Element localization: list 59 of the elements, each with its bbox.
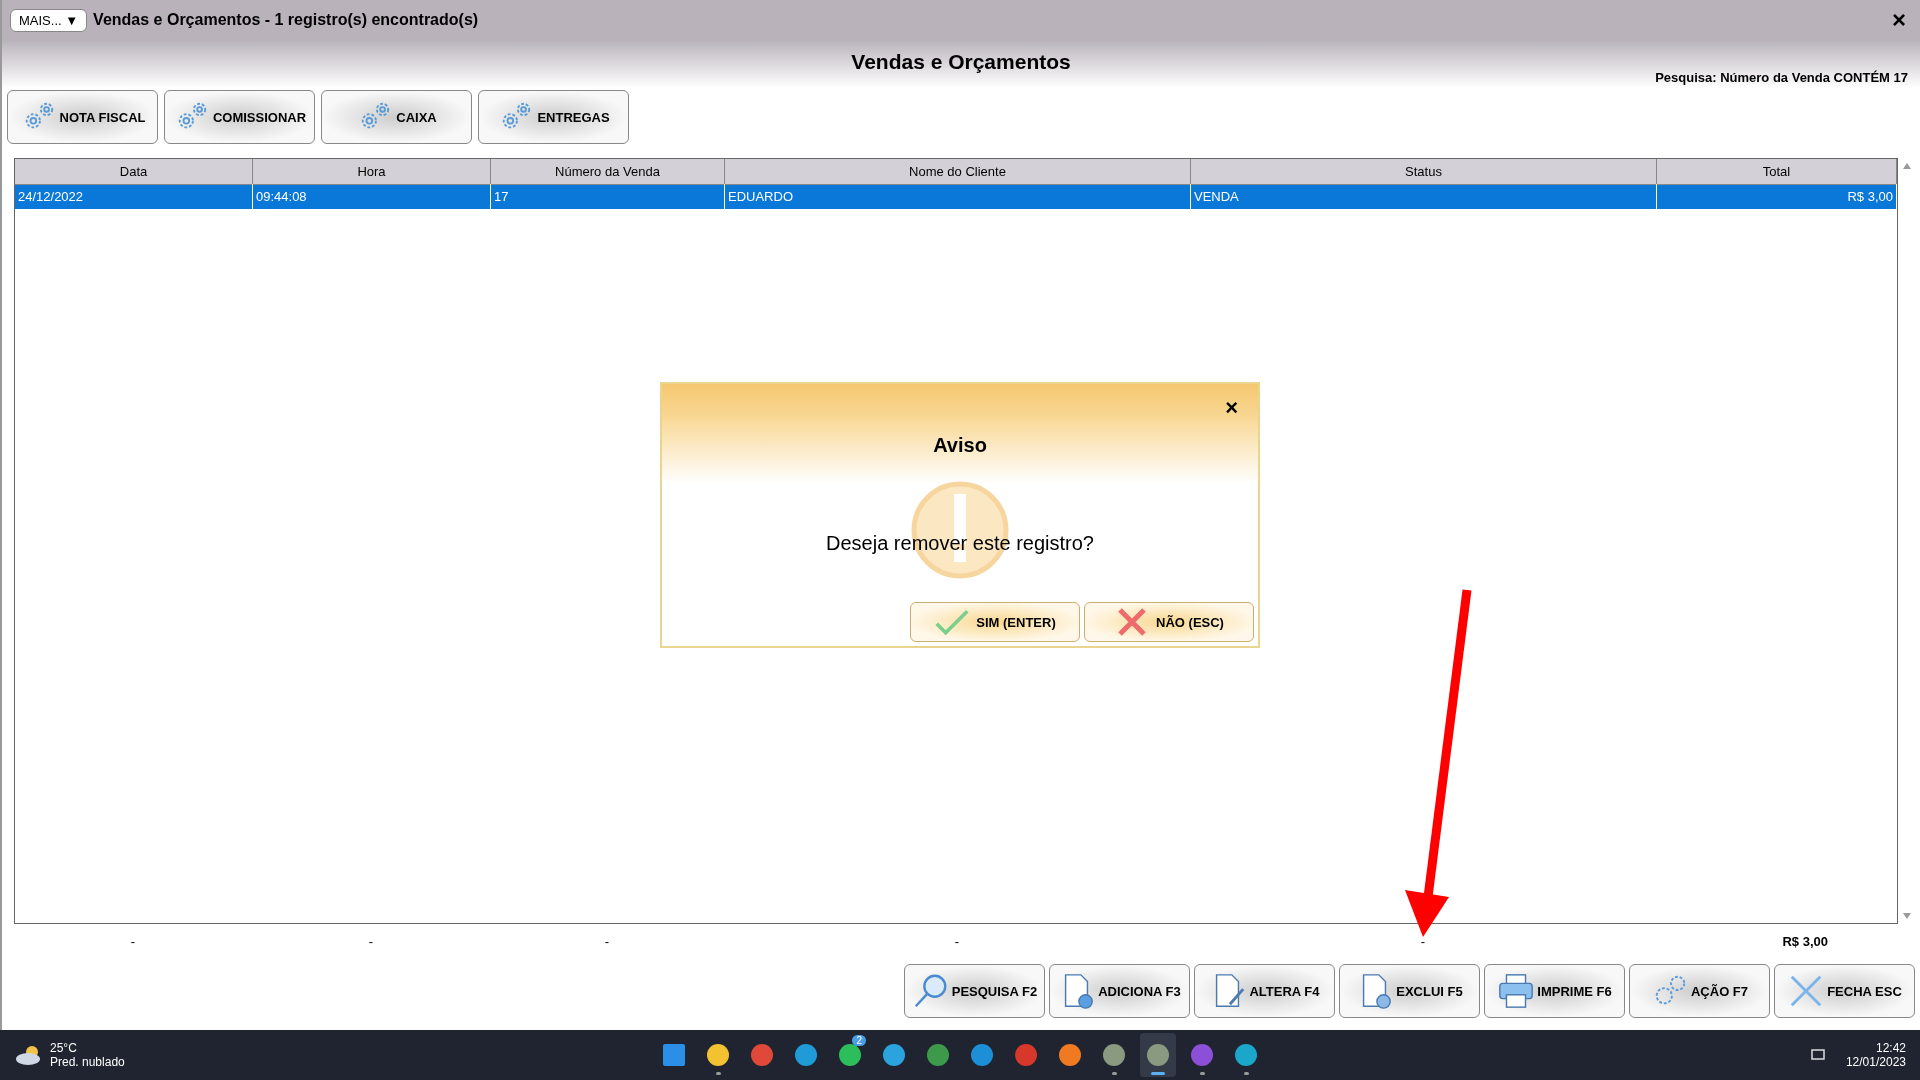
more-menu-button[interactable]: MAIS... ▼ [10, 8, 88, 32]
app-icon [1103, 1044, 1125, 1066]
action-button[interactable]: ADICIONA F3 [1049, 964, 1190, 1018]
notification-badge: 2 [852, 1035, 866, 1046]
window-title: Vendas e Orçamentos - 1 registro(s) encontrado(s) [93, 11, 480, 29]
footer-total: - [603, 934, 611, 951]
footer-total: - [129, 934, 137, 951]
toolbar-button[interactable]: ENTREGAS [478, 90, 629, 144]
app-icon [751, 1044, 773, 1066]
footer-total: - [367, 934, 375, 951]
table-cell: VENDA [1191, 184, 1657, 209]
clock-time: 12:42 [1875, 1041, 1906, 1055]
footer-total: R$ 3,00 [1781, 934, 1829, 951]
app-icon [707, 1044, 729, 1066]
action-button[interactable]: AÇÃO F7 [1629, 964, 1770, 1018]
footer-total: - [953, 934, 961, 951]
search-summary: Pesquisa: Número da Venda CONTÉM 17 [1655, 70, 1908, 85]
app-icon [839, 1044, 861, 1066]
app-icon [1015, 1044, 1037, 1066]
app-icon [883, 1044, 905, 1066]
app-icon [1191, 1044, 1213, 1066]
app-icon [1147, 1044, 1169, 1066]
footer-total: - [1419, 934, 1427, 951]
taskbar-app[interactable] [1140, 1033, 1176, 1077]
toolbar-button[interactable]: CAIXA [321, 90, 472, 144]
app-icon [663, 1044, 685, 1066]
dialog-title: Aviso [933, 434, 987, 458]
dialog-button[interactable]: SIM (ENTER) [910, 602, 1080, 642]
app-icon [795, 1044, 817, 1066]
action-button[interactable]: EXCLUI F5 [1339, 964, 1480, 1018]
table-cell: 24/12/2022 [15, 184, 253, 209]
close-button[interactable]: × [1886, 6, 1912, 34]
action-button[interactable]: FECHA ESC [1774, 964, 1915, 1018]
toolbar-button[interactable]: COMISSIONAR [164, 90, 315, 144]
table-cell: 09:44:08 [253, 184, 491, 209]
app-icon [1235, 1044, 1257, 1066]
clock-date: 12/01/2023 [1845, 1055, 1906, 1069]
action-button[interactable]: PESQUISA F2 [904, 964, 1045, 1018]
dialog-button[interactable]: NÃO (ESC) [1084, 602, 1254, 642]
scroll-down-icon[interactable] [1902, 912, 1912, 920]
printer-icon [1497, 972, 1536, 1010]
tray-icons-drawing[interactable] [1809, 1047, 1826, 1063]
app-icon [927, 1044, 949, 1066]
table-cell: EDUARDO [725, 184, 1191, 209]
checkmark-icon [934, 607, 971, 637]
table-row[interactable]: 24/12/2022 09:44:08 17 EDUARDO VENDA R$ 3,00 [15, 184, 1897, 209]
scroll-up-icon[interactable] [1902, 162, 1912, 170]
app-icon [1059, 1044, 1081, 1066]
close-button[interactable]: × [1219, 394, 1244, 422]
weather-condition: Pred. nublado [50, 1055, 125, 1069]
action-button[interactable]: IMPRIME F6 [1484, 964, 1625, 1018]
toolbar-button[interactable]: NOTA FISCAL [7, 90, 158, 144]
table-cell: 17 [491, 184, 725, 209]
action-button[interactable]: ALTERA F4 [1194, 964, 1335, 1018]
dialog-message: Deseja remover este registro? [826, 531, 1094, 555]
page-title: Vendas e Orçamentos [851, 50, 1071, 75]
table-cell: R$ 3,00 [1657, 184, 1897, 209]
weather-temperature: 25°C [50, 1041, 78, 1055]
app-icon [971, 1044, 993, 1066]
